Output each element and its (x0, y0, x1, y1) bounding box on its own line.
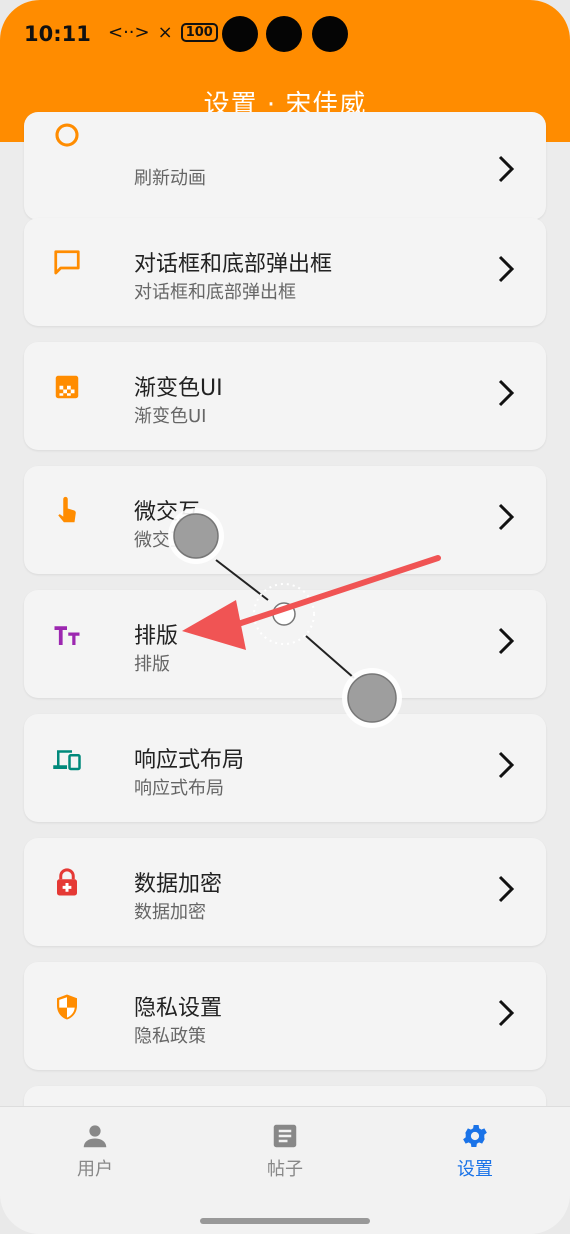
nav-item-label: 设置 (457, 1159, 493, 1180)
list-item-dialogs[interactable]: 对话框和底部弹出框 对话框和底部弹出框 (24, 218, 546, 326)
battery-icon: 100 (180, 23, 218, 42)
list-item-title: 隐私设置 (134, 996, 223, 1021)
shield-icon (57, 994, 77, 1020)
article-icon (273, 1124, 297, 1148)
refresh-icon (55, 123, 79, 147)
chevron-right-icon (498, 255, 515, 283)
touch-icon (58, 496, 76, 523)
chevron-right-icon (498, 751, 515, 779)
list-item-privacy[interactable]: 隐私设置 隐私政策 (24, 962, 546, 1070)
list-item-gradient[interactable]: 渐变色UI 渐变色UI (24, 342, 546, 450)
chevron-right-icon (498, 627, 515, 655)
list-item-subtitle: 响应式布局 (134, 778, 224, 799)
list-item-subtitle: 隐私政策 (134, 1026, 206, 1047)
list-item-title: 渐变色UI (134, 376, 223, 401)
nav-item-label: 帖子 (267, 1159, 303, 1180)
camera-dot (266, 16, 302, 52)
list-item-title: 微交互 (134, 500, 201, 525)
list-item-subtitle: 渐变色UI (134, 406, 207, 427)
list-item-responsive[interactable]: 响应式布局 响应式布局 (24, 714, 546, 822)
bottom-navigation: 用户 帖子 设置 (0, 1106, 570, 1234)
chevron-right-icon (498, 503, 515, 531)
gear-icon (463, 1125, 487, 1147)
list-item-title: 排版 (134, 624, 179, 649)
person-icon (83, 1125, 107, 1148)
status-time: 10:11 (24, 22, 91, 46)
list-item-title: 响应式布局 (134, 748, 245, 773)
chevron-right-icon (498, 155, 515, 183)
list-item-encryption[interactable]: 数据加密 数据加密 (24, 838, 546, 946)
app-frame: 10:11 <··> × 100 设置 · 宋佳威 刷新动画 对话框和底部弹出框 (0, 0, 570, 1234)
chevron-right-icon (498, 875, 515, 903)
list-item-title: 对话框和底部弹出框 (134, 252, 333, 277)
list-item-subtitle: 微交互 (134, 530, 188, 551)
list-item-typography[interactable]: 排版 排版 (24, 590, 546, 698)
network-icon: <··> (108, 22, 150, 43)
list-item-subtitle: 数据加密 (134, 902, 206, 923)
camera-dot (312, 16, 348, 52)
list-item-refresh[interactable]: 刷新动画 (24, 112, 546, 220)
camera-dot (222, 16, 258, 52)
no-signal-icon: × (157, 22, 173, 43)
status-icons: <··> × 100 (108, 22, 218, 43)
chevron-right-icon (498, 379, 515, 407)
chevron-right-icon (498, 999, 515, 1027)
nav-item-users[interactable]: 用户 (35, 1121, 155, 1181)
devices-icon (53, 750, 81, 771)
nav-item-posts[interactable]: 帖子 (225, 1121, 345, 1181)
chat-icon (54, 250, 80, 275)
gradient-icon (55, 375, 79, 399)
list-item-subtitle: 对话框和底部弹出框 (134, 282, 296, 303)
lock-icon (57, 868, 77, 896)
nav-item-settings[interactable]: 设置 (415, 1121, 535, 1181)
typography-icon (54, 626, 80, 645)
list-item-micro-interaction[interactable]: 微交互 微交互 (24, 466, 546, 574)
home-indicator[interactable] (200, 1218, 370, 1224)
list-item-title: 数据加密 (134, 872, 223, 897)
list-item-subtitle: 排版 (134, 654, 170, 675)
nav-item-label: 用户 (77, 1159, 113, 1180)
list-item-subtitle: 刷新动画 (134, 168, 206, 189)
